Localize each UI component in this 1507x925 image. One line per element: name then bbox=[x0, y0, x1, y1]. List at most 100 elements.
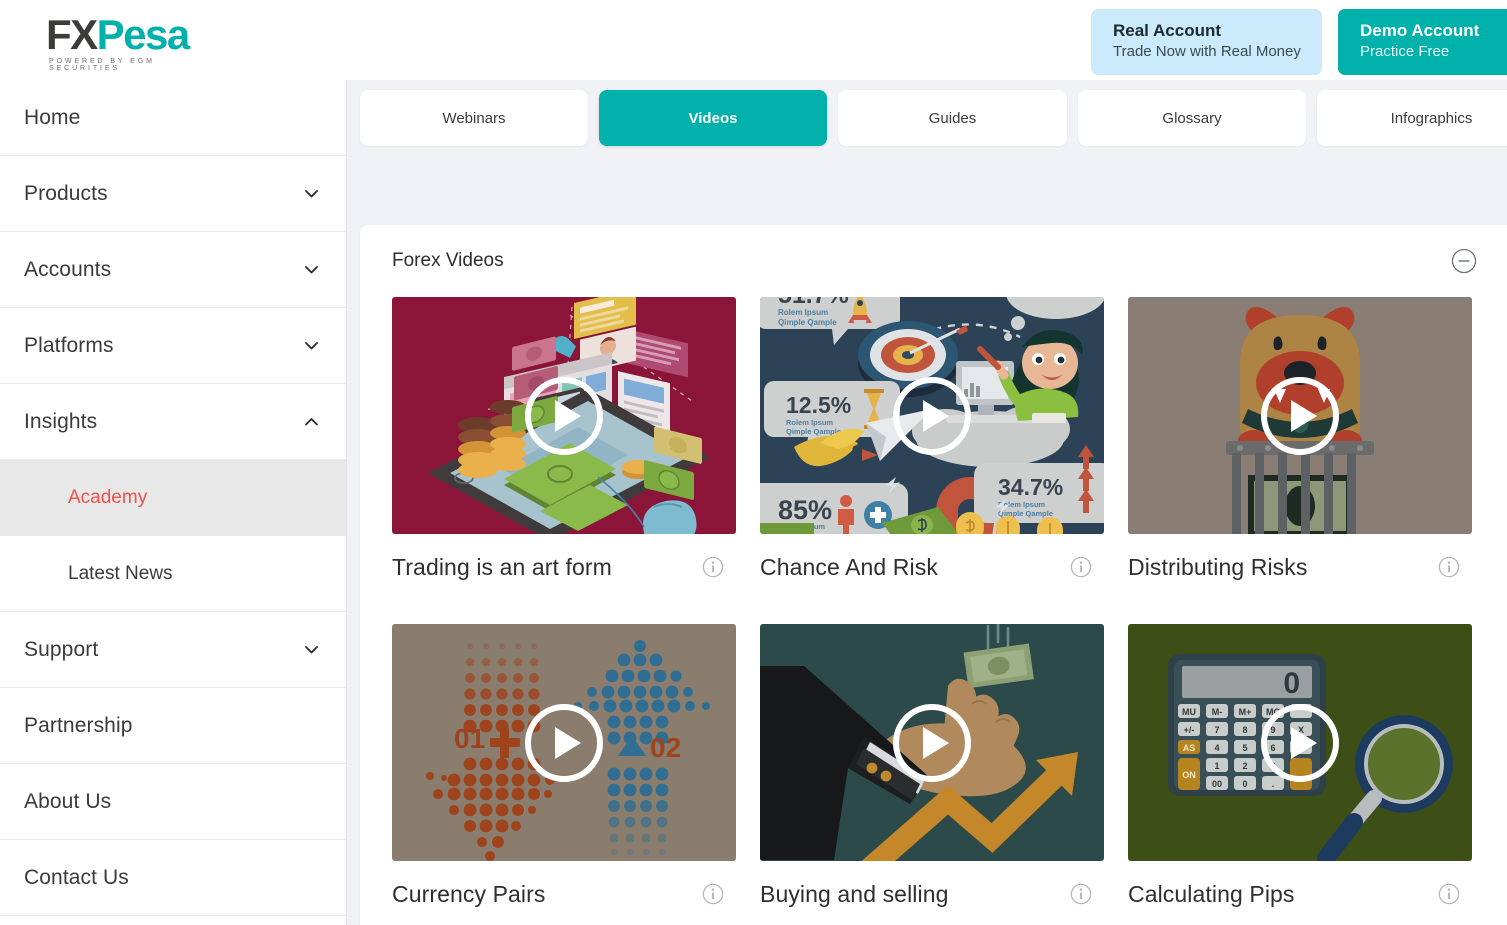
play-button-icon[interactable] bbox=[525, 376, 603, 455]
tab-label: Videos bbox=[688, 109, 738, 127]
sidebar-subitem-label: Latest News bbox=[68, 562, 173, 584]
sidebar-item-platforms[interactable]: Platforms bbox=[0, 308, 346, 384]
sidebar-item-about-us[interactable]: About Us bbox=[0, 764, 346, 840]
info-icon[interactable] bbox=[1070, 883, 1092, 905]
logo-pesa-text: Pesa bbox=[96, 11, 191, 58]
video-card[interactable]: 51.7% Rolem Ipsum Qimple Qample bbox=[760, 297, 1104, 600]
svg-text:4: 4 bbox=[1214, 743, 1219, 753]
forex-videos-panel: Forex Videos Trading is an art form Role… bbox=[360, 225, 1507, 925]
svg-text:8: 8 bbox=[1242, 725, 1247, 735]
video-card[interactable]: 01 02 Currency Pairs bbox=[392, 624, 736, 925]
svg-text:12.5%: 12.5% bbox=[786, 392, 851, 418]
tab-glossary[interactable]: Glossary bbox=[1078, 90, 1306, 146]
sidebar-item-label: Contact Us bbox=[24, 865, 129, 889]
svg-text:01: 01 bbox=[454, 723, 485, 754]
play-button-icon[interactable] bbox=[893, 703, 971, 782]
svg-text:0: 0 bbox=[1283, 667, 1300, 700]
tab-label: Infographics bbox=[1390, 109, 1473, 127]
chevron-down-icon bbox=[303, 185, 320, 202]
svg-text:MU: MU bbox=[1182, 707, 1196, 717]
main-content: Webinars Videos Guides Glossary Infograp… bbox=[348, 80, 1507, 925]
tab-infographics[interactable]: Infographics bbox=[1317, 90, 1507, 146]
sidebar-item-label: Partnership bbox=[24, 713, 133, 737]
sidebar-item-label: Insights bbox=[24, 409, 98, 433]
sidebar-subitem-label: Academy bbox=[68, 487, 148, 508]
sidebar-item-academy[interactable]: Academy bbox=[0, 460, 346, 536]
sidebar-item-label: Home bbox=[24, 105, 81, 129]
sidebar-item-home[interactable]: Home bbox=[0, 80, 346, 156]
video-card[interactable]: Buying and selling bbox=[760, 624, 1104, 925]
svg-text:AS: AS bbox=[1183, 743, 1196, 753]
svg-text:2: 2 bbox=[1242, 761, 1247, 771]
info-icon[interactable] bbox=[702, 883, 724, 905]
top-bar: FXPesa POWERED BY EGM SECURITIES Real Ac… bbox=[0, 0, 1507, 80]
video-thumbnail[interactable]: 01 02 bbox=[392, 624, 736, 861]
brand-logo[interactable]: FXPesa POWERED BY EGM SECURITIES bbox=[46, 11, 226, 73]
video-thumbnail[interactable] bbox=[392, 297, 736, 534]
sidebar-item-products[interactable]: Products bbox=[0, 156, 346, 232]
sidebar-item-latest-news[interactable]: Latest News bbox=[0, 536, 346, 612]
video-title: Currency Pairs bbox=[392, 880, 546, 907]
svg-text:00: 00 bbox=[1212, 779, 1222, 789]
video-title: Chance And Risk bbox=[760, 553, 938, 580]
video-card[interactable]: 0 MU M- M+ MC +/- 7 8 9 X AS 4 5 6 ON 1 … bbox=[1128, 624, 1472, 925]
video-grid: Trading is an art form 51.7% bbox=[360, 297, 1507, 925]
sidebar-item-label: Platforms bbox=[24, 333, 114, 357]
svg-text:5: 5 bbox=[1242, 743, 1247, 753]
demo-account-button[interactable]: Demo Account Practice Free bbox=[1338, 9, 1507, 75]
video-card-footer: Trading is an art form bbox=[392, 534, 736, 600]
sidebar-item-partnership[interactable]: Partnership bbox=[0, 688, 346, 764]
real-account-title: Real Account bbox=[1113, 21, 1222, 40]
tab-label: Guides bbox=[928, 109, 977, 127]
play-button-icon[interactable] bbox=[1261, 703, 1339, 782]
video-card-footer: Currency Pairs bbox=[392, 861, 736, 925]
info-icon[interactable] bbox=[1438, 883, 1460, 905]
sidebar-item-label: Products bbox=[24, 181, 108, 205]
sidebar-item-accounts[interactable]: Accounts bbox=[0, 232, 346, 308]
svg-text:Rolem Ipsum: Rolem Ipsum bbox=[778, 308, 828, 317]
sidebar-item-contact-us[interactable]: Contact Us bbox=[0, 840, 346, 916]
sidebar-item-label: Accounts bbox=[24, 257, 112, 281]
video-thumbnail[interactable] bbox=[760, 624, 1104, 861]
svg-text:7: 7 bbox=[1214, 725, 1219, 735]
video-thumbnail[interactable]: 0 MU M- M+ MC +/- 7 8 9 X AS 4 5 6 ON 1 … bbox=[1128, 624, 1472, 861]
sidebar-item-support[interactable]: Support bbox=[0, 612, 346, 688]
chevron-up-icon bbox=[303, 413, 320, 430]
logo-fx-text: FX bbox=[46, 11, 98, 58]
demo-account-title: Demo Account bbox=[1360, 21, 1480, 40]
play-button-icon[interactable] bbox=[1261, 376, 1339, 455]
tab-label: Webinars bbox=[442, 109, 506, 127]
real-account-button[interactable]: Real Account Trade Now with Real Money bbox=[1091, 9, 1322, 75]
video-title: Distributing Risks bbox=[1128, 553, 1308, 580]
play-button-icon[interactable] bbox=[893, 376, 971, 455]
tab-webinars[interactable]: Webinars bbox=[360, 90, 588, 146]
chevron-down-icon bbox=[303, 261, 320, 278]
svg-text:ON: ON bbox=[1182, 770, 1196, 780]
info-icon[interactable] bbox=[1070, 556, 1092, 578]
play-button-icon[interactable] bbox=[525, 703, 603, 782]
collapse-minus-icon[interactable] bbox=[1451, 248, 1477, 274]
info-icon[interactable] bbox=[1438, 556, 1460, 578]
sidebar-item-insights[interactable]: Insights bbox=[0, 384, 346, 460]
video-card-footer: Distributing Risks bbox=[1128, 534, 1472, 600]
video-card[interactable]: Distributing Risks bbox=[1128, 297, 1472, 600]
chevron-down-icon bbox=[303, 337, 320, 354]
tab-label: Glossary bbox=[1162, 109, 1222, 127]
video-card[interactable]: Trading is an art form bbox=[392, 297, 736, 600]
svg-text:Rolem Ipsum: Rolem Ipsum bbox=[786, 418, 833, 427]
tab-guides[interactable]: Guides bbox=[838, 90, 1067, 146]
svg-text:M-: M- bbox=[1212, 707, 1223, 717]
account-buttons: Real Account Trade Now with Real Money D… bbox=[1091, 9, 1507, 75]
sidebar-nav: Home Products Accounts Platforms Insight… bbox=[0, 80, 347, 925]
video-thumbnail[interactable]: 51.7% Rolem Ipsum Qimple Qample bbox=[760, 297, 1104, 534]
info-icon[interactable] bbox=[702, 556, 724, 578]
real-account-subtitle: Trade Now with Real Money bbox=[1113, 43, 1301, 60]
tab-videos[interactable]: Videos bbox=[599, 90, 827, 146]
panel-title: Forex Videos bbox=[392, 250, 504, 271]
video-thumbnail[interactable] bbox=[1128, 297, 1472, 534]
svg-text:34.7%: 34.7% bbox=[998, 474, 1063, 500]
video-title: Trading is an art form bbox=[392, 553, 612, 580]
sidebar-item-label: About Us bbox=[24, 789, 112, 813]
demo-account-subtitle: Practice Free bbox=[1360, 43, 1450, 60]
video-title: Buying and selling bbox=[760, 880, 949, 907]
